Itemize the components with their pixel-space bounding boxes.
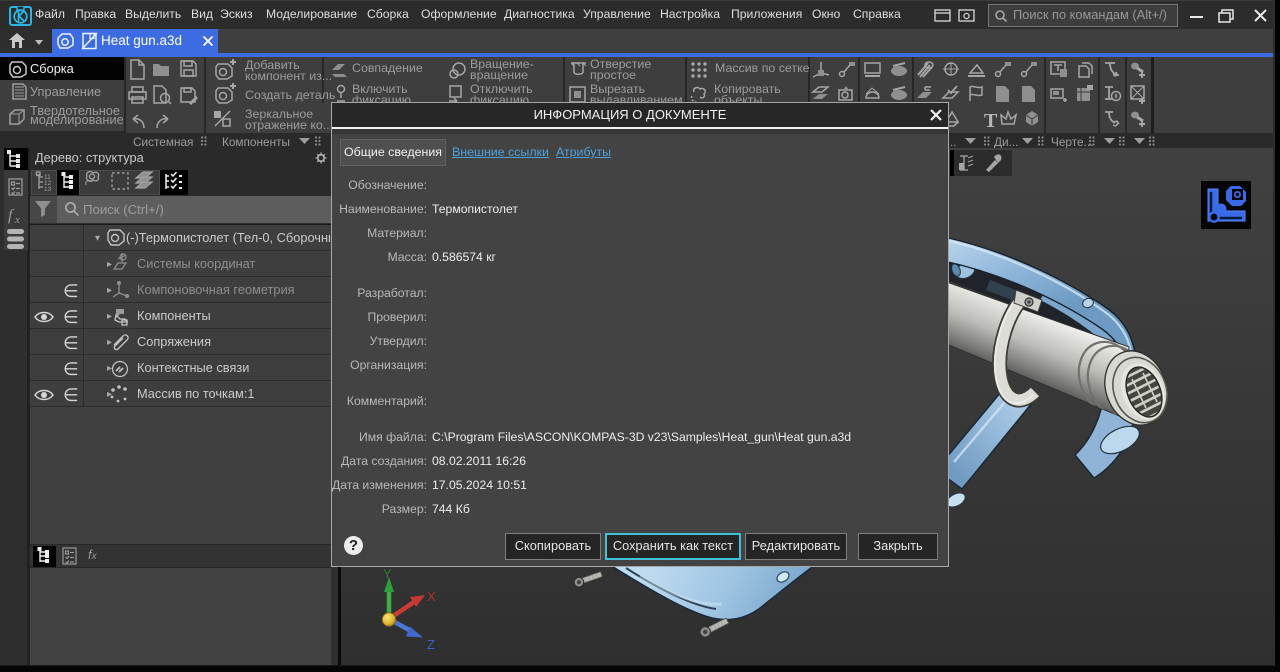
svg-text:f: f xyxy=(8,207,15,224)
svg-text:13: 13 xyxy=(44,186,52,193)
svg-text:x: x xyxy=(14,214,20,226)
svg-text:Z: Z xyxy=(427,637,435,652)
svg-text:X: X xyxy=(427,589,436,604)
svg-text:T: T xyxy=(984,110,998,132)
svg-text:Y: Y xyxy=(383,566,392,581)
